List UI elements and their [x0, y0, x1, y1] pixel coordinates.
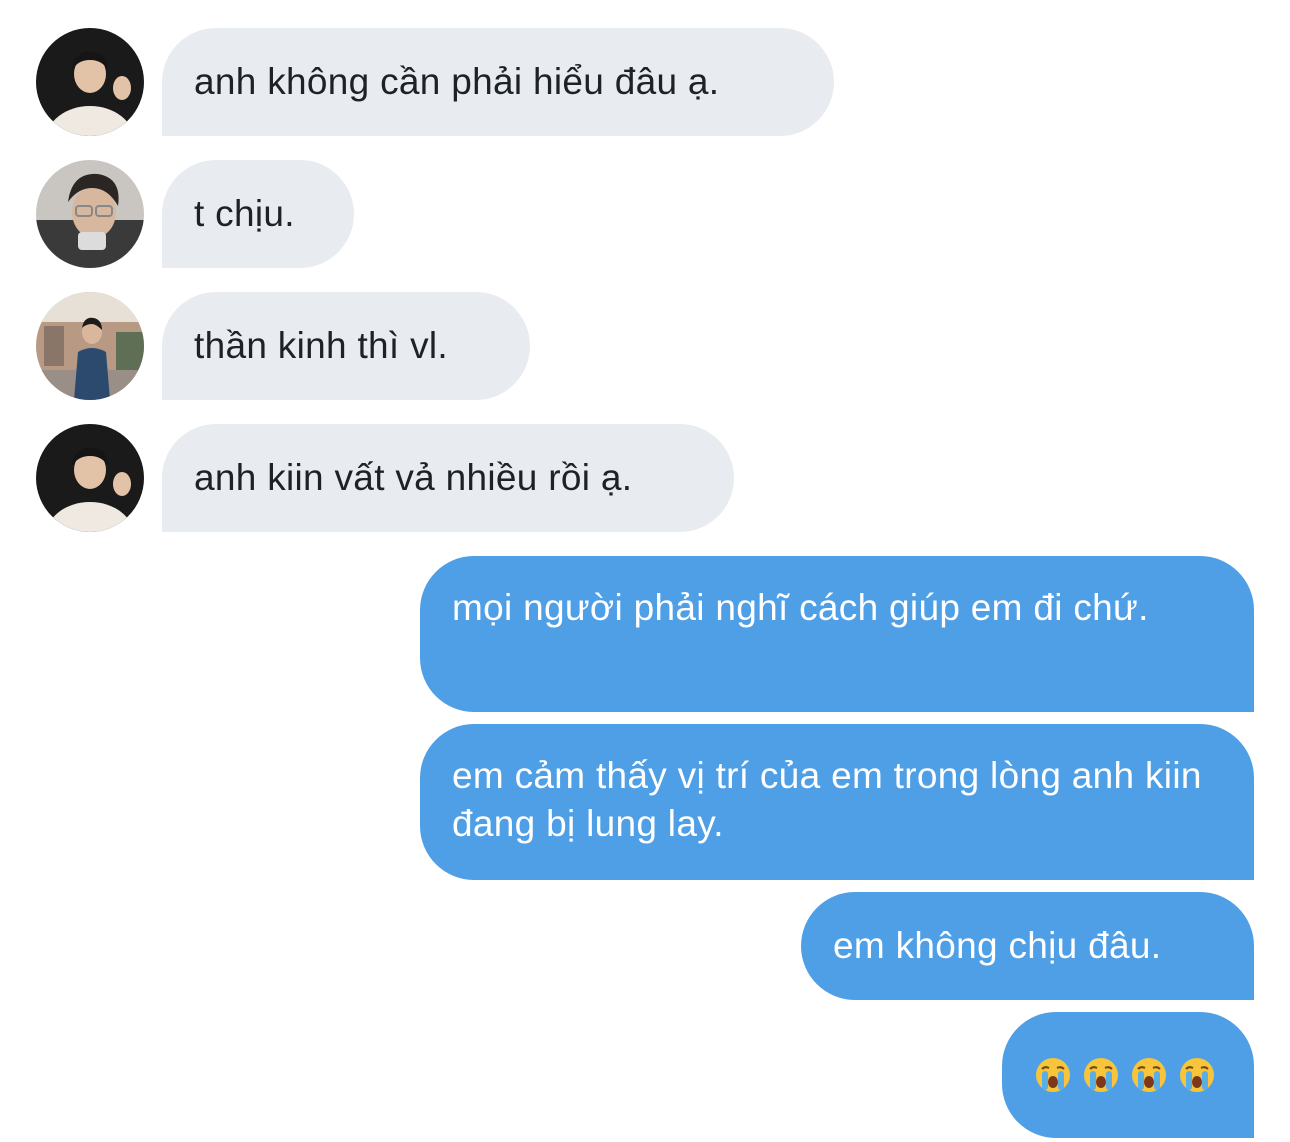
- message-text: anh không cần phải hiểu đâu ạ.: [194, 61, 720, 102]
- loudly-crying-face-icon: [1130, 1056, 1168, 1094]
- message-text: mọi người phải nghĩ cách giúp em đi chứ.: [452, 587, 1149, 628]
- avatar-photo-3: [36, 292, 144, 400]
- loudly-crying-face-icon: [1034, 1056, 1072, 1094]
- message-text: t chịu.: [194, 193, 295, 234]
- message-bubble-outgoing[interactable]: em không chịu đâu.: [801, 892, 1254, 1000]
- loudly-crying-face-icon: [1178, 1056, 1216, 1094]
- avatar[interactable]: [36, 292, 144, 400]
- message-text: anh kiin vất vả nhiều rồi ạ.: [194, 457, 633, 498]
- avatar[interactable]: [36, 160, 144, 268]
- avatar[interactable]: [36, 28, 144, 136]
- message-bubble-incoming[interactable]: thần kinh thì vl.: [162, 292, 530, 400]
- message-text: em không chịu đâu.: [833, 925, 1162, 966]
- avatar[interactable]: [36, 424, 144, 532]
- loudly-crying-face-icon: [1082, 1056, 1120, 1094]
- avatar-photo-1: [36, 28, 144, 136]
- message-text: em cảm thấy vị trí của em trong lòng anh…: [452, 755, 1202, 844]
- message-bubble-incoming[interactable]: t chịu.: [162, 160, 354, 268]
- message-bubble-incoming[interactable]: anh kiin vất vả nhiều rồi ạ.: [162, 424, 734, 532]
- message-bubble-outgoing[interactable]: mọi người phải nghĩ cách giúp em đi chứ.: [420, 556, 1254, 712]
- message-text: thần kinh thì vl.: [194, 325, 448, 366]
- avatar-photo-2: [36, 160, 144, 268]
- message-bubble-outgoing[interactable]: [1002, 1012, 1254, 1138]
- message-bubble-incoming[interactable]: anh không cần phải hiểu đâu ạ.: [162, 28, 834, 136]
- message-bubble-outgoing[interactable]: em cảm thấy vị trí của em trong lòng anh…: [420, 724, 1254, 880]
- avatar-photo-1: [36, 424, 144, 532]
